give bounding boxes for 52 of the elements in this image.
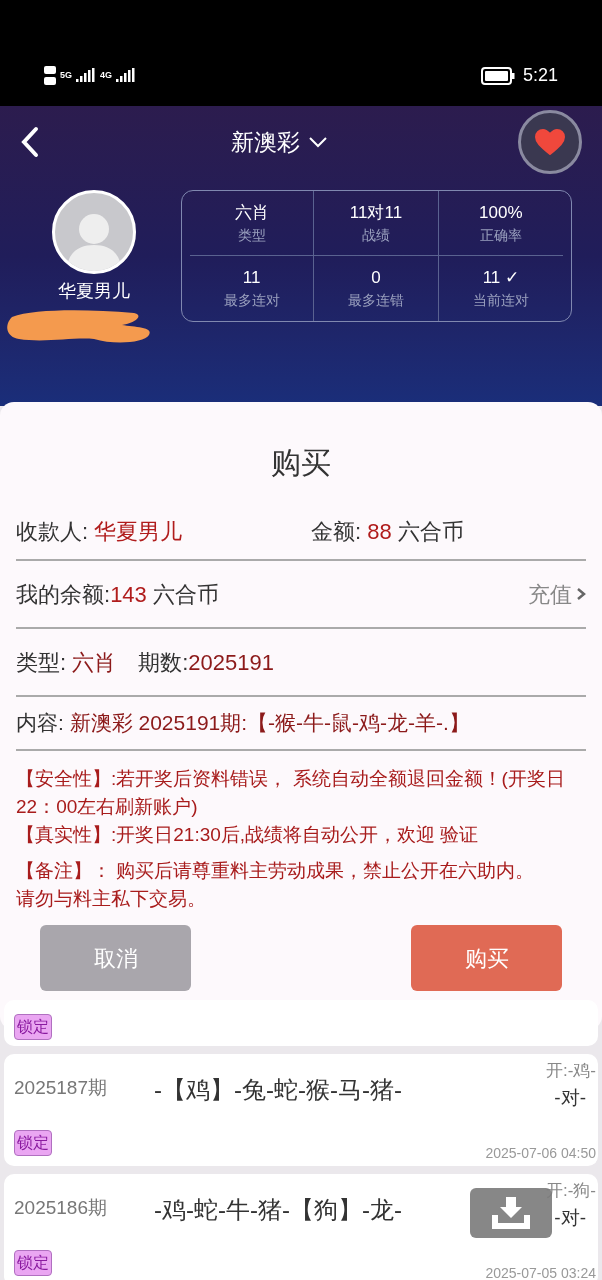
- notice-text: 请勿与料主私下交易。: [16, 887, 207, 911]
- network-label: 5G: [60, 68, 72, 82]
- stat-value: 11 ✓: [482, 267, 519, 289]
- recharge-link[interactable]: 充值: [528, 577, 586, 611]
- content-text: 内容: 新澳彩 2025191期:【-猴-牛-鼠-鸡-龙-羊-.】: [16, 710, 470, 737]
- battery-icon: [480, 66, 515, 85]
- period-text: 2025186期: [14, 1196, 108, 1220]
- time-text: 2025-07-06 04:50: [485, 1144, 596, 1163]
- notice-text: 【备注】： 购买后请尊重料主劳动成果，禁止公开在六助内。: [16, 859, 536, 883]
- stat-value: 六肖: [234, 201, 269, 224]
- stat-value: 11: [242, 267, 261, 289]
- type-text: 类型: 六肖 期数:2025191: [16, 648, 274, 677]
- stat-value: 100%: [479, 201, 523, 224]
- status-tag: 锁定: [14, 1250, 52, 1276]
- dialog-title: 购买: [270, 445, 332, 481]
- status-tag: 锁定: [14, 1130, 52, 1156]
- picks-text: -鸡-蛇-牛-猪-【狗】-龙-: [154, 1195, 402, 1225]
- stat-label: 类型: [237, 225, 266, 245]
- chevron-right-icon: [576, 587, 586, 601]
- stat-label: 最多连对: [223, 291, 280, 310]
- network-label: 4G: [100, 68, 113, 82]
- amount-text: 金额: 88 六合币: [311, 517, 464, 546]
- download-icon: [490, 1195, 532, 1231]
- stat-value: 11对11: [349, 201, 403, 224]
- result-text: 开:-狗-: [545, 1180, 596, 1202]
- verdict-text: -对-: [554, 1205, 586, 1230]
- stat-value: 0: [371, 267, 381, 289]
- time-text: 2025-07-05 03:24: [485, 1264, 596, 1280]
- status-tag: 锁定: [14, 1014, 52, 1040]
- period-text: 2025187期: [14, 1076, 108, 1100]
- payee-text: 收款人: 华夏男儿: [16, 517, 184, 546]
- back-icon[interactable]: [20, 126, 40, 158]
- stat-label: 正确率: [479, 225, 522, 245]
- notice-text: 【真实性】:开奖日21:30后,战绩将自动公开，欢迎 验证: [16, 823, 480, 847]
- result-text: 开:-鸡-: [545, 1060, 596, 1082]
- signal-icon: [76, 67, 96, 84]
- cancel-button[interactable]: 取消: [40, 925, 191, 991]
- balance-text: 我的余额:143 六合币: [16, 580, 219, 609]
- page-title[interactable]: 新澳彩: [230, 124, 300, 160]
- buy-button[interactable]: 购买: [411, 925, 562, 991]
- verdict-text: -对-: [554, 1085, 586, 1110]
- notice-text: 【安全性】:若开奖后资料错误， 系统自动全额退回金额！(开奖日22：00左右刷新账户): [16, 767, 566, 819]
- hd-icon: [44, 66, 56, 85]
- stat-label: 战绩: [362, 225, 390, 245]
- signal-icon: [116, 67, 137, 84]
- heart-icon: [535, 129, 565, 155]
- stat-label: 当前连对: [472, 291, 529, 310]
- picks-text: -【鸡】-兔-蛇-猴-马-猪-: [154, 1075, 402, 1105]
- clock-time: 5:21: [522, 64, 558, 87]
- user-name: 华夏男儿: [58, 280, 131, 303]
- stat-label: 最多连错: [348, 291, 404, 310]
- chevron-down-icon[interactable]: [307, 136, 328, 148]
